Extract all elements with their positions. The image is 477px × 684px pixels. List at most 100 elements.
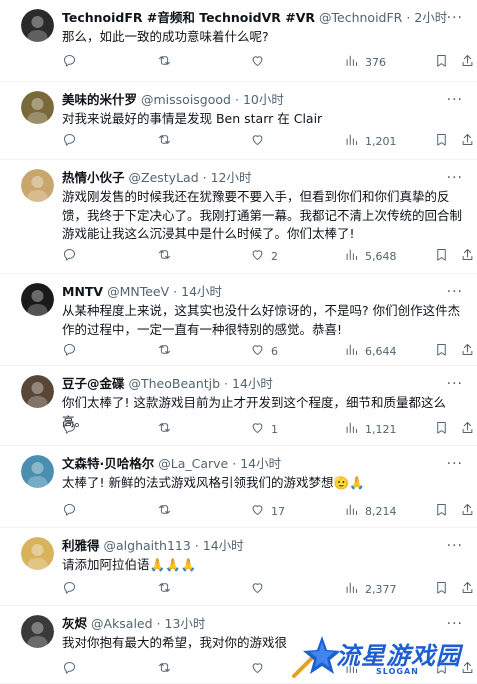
- avatar[interactable]: [21, 615, 54, 648]
- more-icon[interactable]: ···: [447, 376, 463, 392]
- more-icon[interactable]: ···: [447, 284, 463, 300]
- author-name[interactable]: 豆子@金碟: [62, 376, 125, 391]
- author-handle[interactable]: @alghaith113: [104, 538, 191, 553]
- like-button[interactable]: [250, 660, 271, 678]
- bookmark-button[interactable]: [434, 132, 449, 150]
- reply-button[interactable]: [62, 342, 83, 360]
- author-name[interactable]: 热情小伙子: [62, 170, 125, 185]
- share-button[interactable]: [460, 342, 475, 360]
- reply-icon: [62, 660, 77, 678]
- avatar[interactable]: [21, 537, 54, 570]
- bookmark-button[interactable]: [434, 420, 449, 438]
- avatar[interactable]: [21, 283, 54, 316]
- share-button[interactable]: [460, 580, 475, 598]
- like-button[interactable]: [250, 580, 271, 598]
- like-count: 1: [271, 422, 278, 436]
- reply-button[interactable]: [62, 502, 83, 520]
- avatar[interactable]: [21, 169, 54, 202]
- views-button[interactable]: 1,121: [344, 420, 397, 438]
- separator-dot: ·: [406, 10, 411, 25]
- post-time[interactable]: 14小时: [232, 376, 273, 391]
- views-button[interactable]: 376: [344, 53, 386, 71]
- views-button[interactable]: 8,214: [344, 502, 397, 520]
- post-time[interactable]: 14小时: [203, 538, 244, 553]
- post-time[interactable]: 2小时: [414, 10, 447, 25]
- share-button[interactable]: [460, 502, 475, 520]
- post-time[interactable]: 14小时: [181, 284, 222, 299]
- bookmark-button[interactable]: [434, 342, 449, 360]
- avatar[interactable]: [21, 91, 54, 124]
- more-icon[interactable]: ···: [447, 10, 463, 26]
- retweet-button[interactable]: [157, 580, 178, 598]
- post-time[interactable]: 13小时: [165, 616, 206, 631]
- retweet-button[interactable]: [157, 660, 178, 678]
- views-count: 1,121: [365, 422, 397, 436]
- author-name[interactable]: MNTV: [62, 284, 103, 299]
- views-icon: [344, 342, 359, 360]
- author-handle[interactable]: @missoisgood: [141, 92, 231, 107]
- views-button[interactable]: 6,644: [344, 342, 397, 360]
- share-button[interactable]: [460, 247, 475, 265]
- bookmark-button[interactable]: [434, 580, 449, 598]
- retweet-button[interactable]: [157, 53, 178, 71]
- views-button[interactable]: 5,648: [344, 247, 397, 265]
- retweet-button[interactable]: [157, 247, 178, 265]
- author-name[interactable]: 文森特·贝哈格尔: [62, 456, 154, 471]
- bookmark-button[interactable]: [434, 502, 449, 520]
- views-button[interactable]: 1,201: [344, 132, 397, 150]
- retweet-button[interactable]: [157, 502, 178, 520]
- author-handle[interactable]: @Aksaled: [91, 616, 153, 631]
- tweet-reply[interactable]: 热情小伙子 @ZestyLad · 12小时 游戏刚发售的时候我还在犹豫要不要入…: [0, 160, 477, 274]
- like-button[interactable]: 6: [250, 342, 278, 360]
- more-icon[interactable]: ···: [447, 170, 463, 186]
- tweet-reply[interactable]: TechnoidFR #音频和 TechnoidVR #VR @Technoid…: [0, 0, 477, 82]
- author-name[interactable]: TechnoidFR #音频和 TechnoidVR #VR: [62, 10, 315, 25]
- author-handle[interactable]: @TheoBeantjb: [129, 376, 221, 391]
- share-button[interactable]: [460, 132, 475, 150]
- avatar[interactable]: [21, 375, 54, 408]
- separator-dot: ·: [194, 538, 199, 553]
- author-name[interactable]: 灰烬: [62, 616, 87, 631]
- like-button[interactable]: [250, 53, 271, 71]
- tweet-reply[interactable]: 豆子@金碟 @TheoBeantjb · 14小时 你们太棒了! 这款游戏目前为…: [0, 366, 477, 446]
- share-button[interactable]: [460, 53, 475, 71]
- retweet-button[interactable]: [157, 342, 178, 360]
- author-handle[interactable]: @TechnoidFR: [319, 10, 402, 25]
- post-time[interactable]: 10小时: [243, 92, 284, 107]
- author-name[interactable]: 美味的米什罗: [62, 92, 137, 107]
- author-name[interactable]: 利雅得: [62, 538, 100, 553]
- avatar[interactable]: [21, 9, 54, 42]
- more-icon[interactable]: ···: [447, 538, 463, 554]
- like-button[interactable]: 2: [250, 247, 278, 265]
- author-handle[interactable]: @ZestyLad: [129, 170, 199, 185]
- post-time[interactable]: 14小时: [240, 456, 281, 471]
- like-button[interactable]: 1: [250, 420, 278, 438]
- tweet-reply[interactable]: 文森特·贝哈格尔 @La_Carve · 14小时 太棒了! 新鲜的法式游戏风格…: [0, 446, 477, 528]
- bookmark-button[interactable]: [434, 53, 449, 71]
- reply-button[interactable]: [62, 420, 83, 438]
- views-button[interactable]: 2,377: [344, 580, 397, 598]
- action-bar: 376: [62, 53, 473, 71]
- share-button[interactable]: [460, 420, 475, 438]
- tweet-reply[interactable]: 利雅得 @alghaith113 · 14小时 请添加阿拉伯语🙏🙏🙏 ··· 2…: [0, 528, 477, 606]
- reply-button[interactable]: [62, 660, 83, 678]
- reply-button[interactable]: [62, 580, 83, 598]
- reply-button[interactable]: [62, 132, 83, 150]
- reply-button[interactable]: [62, 53, 83, 71]
- avatar[interactable]: [21, 455, 54, 488]
- more-icon[interactable]: ···: [447, 92, 463, 108]
- retweet-icon: [157, 132, 172, 150]
- post-time[interactable]: 12小时: [211, 170, 252, 185]
- tweet-reply[interactable]: MNTV @MNTeeV · 14小时 从某种程度上来说，这其实也没什么好惊讶的…: [0, 274, 477, 366]
- retweet-button[interactable]: [157, 132, 178, 150]
- heart-icon: [250, 342, 265, 360]
- tweet-reply[interactable]: 美味的米什罗 @missoisgood · 10小时 对我来说最好的事情是发现 …: [0, 82, 477, 160]
- author-handle[interactable]: @La_Carve: [158, 456, 228, 471]
- like-button[interactable]: [250, 132, 271, 150]
- author-handle[interactable]: @MNTeeV: [107, 284, 169, 299]
- reply-button[interactable]: [62, 247, 83, 265]
- like-button[interactable]: 17: [250, 502, 285, 520]
- retweet-button[interactable]: [157, 420, 178, 438]
- bookmark-button[interactable]: [434, 247, 449, 265]
- more-icon[interactable]: ···: [447, 456, 463, 472]
